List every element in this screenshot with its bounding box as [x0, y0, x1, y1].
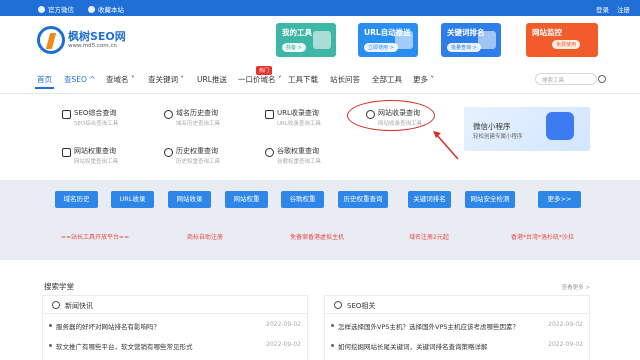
- chevron-up-icon: ^: [86, 75, 96, 84]
- nav-tool-download[interactable]: 工具下载: [288, 74, 318, 85]
- top-bar: 官方微信 收藏本站 登录 注册: [0, 0, 640, 16]
- cube-icon: [62, 148, 71, 157]
- view-more-link[interactable]: 查看更多 >: [562, 283, 590, 291]
- quick-btn-site-index[interactable]: 网站收录: [168, 191, 211, 208]
- news-icon: [52, 301, 60, 309]
- nav-domain-price[interactable]: 一口价域名 ˅: [238, 74, 282, 85]
- bookmark-link[interactable]: 收藏本站: [88, 4, 124, 14]
- promo-link-open-platform[interactable]: ==站长工具开放平台==: [61, 232, 129, 241]
- quick-btn-site-security[interactable]: 网站安全检测: [465, 191, 515, 208]
- briefcase-icon: [313, 31, 331, 49]
- wechat-icon: [38, 5, 45, 13]
- list-item[interactable]: 如何挖掘网站长尾关键词，关键词排名查询策略详解 2022-09-02: [325, 336, 589, 354]
- wechat-miniprogram-card[interactable]: 微信小程序 轻松创建专属小程序: [464, 107, 590, 151]
- promo-link-hk-hosting[interactable]: 免备案香港虚拟主机: [290, 232, 344, 241]
- search-school-card: 搜索学堂 查看更多 > 新闻快讯 服务器的好坏对网站排名有影响吗？ 2022-0…: [36, 273, 598, 360]
- banner-url-push[interactable]: URL自动推送 立即使用 >: [358, 23, 418, 57]
- nav-webmaster-qa[interactable]: 站长问答: [330, 74, 360, 85]
- quick-btn-site-weight[interactable]: 网站权重: [225, 191, 268, 208]
- nav-keyword[interactable]: 查关键词 ˅: [148, 74, 184, 85]
- banner-my-tools[interactable]: 我的工具 我备 >: [276, 23, 336, 57]
- register-link[interactable]: 注册: [617, 4, 630, 14]
- miniprogram-icon: [546, 112, 574, 140]
- google-icon: [265, 148, 274, 157]
- quick-btn-google-weight[interactable]: 谷歌权重: [281, 191, 324, 208]
- hot-badge: 热门: [256, 66, 273, 75]
- banner-keyword-rank[interactable]: 关键词排名 批量查询 >: [441, 23, 501, 57]
- news-panel: 新闻快讯 服务器的好坏对网站排名有影响吗？ 2022-09-02 软文推广有哪些…: [42, 295, 308, 360]
- chart-icon: [478, 31, 496, 49]
- url-icon: [395, 31, 413, 49]
- search-input[interactable]: 搜索工具: [535, 73, 606, 85]
- promo-link-overseas-hosting[interactable]: 香港*台湾*洛杉矶*沙拉: [511, 232, 574, 241]
- url-icon: [265, 110, 274, 119]
- quick-btn-more[interactable]: 更多>>: [538, 191, 581, 208]
- nav-home[interactable]: 首页: [35, 74, 54, 89]
- chevron-down-icon: ˅: [128, 75, 135, 84]
- seo-related-panel: SEO相关 怎样选择国外VPS主机？选择国外VPS主机应该考虑哪些因素？ 202…: [324, 295, 590, 360]
- chevron-down-icon: ˅: [178, 75, 185, 84]
- nav-all-tools[interactable]: 全部工具: [372, 74, 402, 85]
- quick-btn-url-index[interactable]: URL收录: [111, 191, 154, 208]
- quick-btn-history-weight[interactable]: 历史权重查询: [338, 191, 388, 208]
- quick-btn-keyword-rank[interactable]: 关键词排名: [408, 191, 451, 208]
- login-link[interactable]: 登录: [596, 4, 609, 14]
- nav-domain[interactable]: 查域名 ˅: [106, 74, 135, 85]
- nav-more[interactable]: 更多 ˅: [413, 74, 434, 85]
- site-name[interactable]: 枫树SEO网: [68, 28, 126, 44]
- annotation-arrow-icon: [433, 131, 459, 160]
- promo-link-domain-register[interactable]: 域名注册2元起: [409, 232, 449, 241]
- site-url: www.md5.com.cn: [68, 43, 117, 49]
- chevron-down-icon: ˅: [428, 75, 435, 84]
- highlight-oval: [347, 100, 435, 131]
- list-item[interactable]: 服务器的好坏对网站排名有影响吗？ 2022-09-02: [43, 316, 307, 334]
- chevron-down-icon: ˅: [275, 75, 282, 84]
- history-icon: [164, 148, 173, 157]
- site-logo-icon[interactable]: [37, 26, 65, 54]
- list-item[interactable]: 软文推广有哪些平台，软文营销有哪些常见形式 2022-09-02: [43, 336, 307, 354]
- list-item[interactable]: 怎样选择国外VPS主机？选择国外VPS主机应该考虑哪些因素？ 2022-09-0…: [325, 316, 589, 334]
- nav-url-push[interactable]: URL推送: [197, 74, 227, 85]
- wechat-link[interactable]: 官方微信: [38, 4, 74, 14]
- seo-icon: [334, 301, 342, 309]
- promo-link-trademark[interactable]: 商标自助注册: [187, 232, 223, 241]
- seo-icon: [62, 110, 71, 119]
- nav-seo[interactable]: 查SEO ^: [64, 74, 96, 85]
- search-icon[interactable]: [598, 75, 606, 83]
- quick-btn-domain-history[interactable]: 域名历史: [55, 191, 98, 208]
- banner-site-monitor[interactable]: 网站监控 免费使用: [526, 23, 598, 57]
- star-icon: [88, 5, 95, 13]
- clock-icon: [164, 110, 173, 119]
